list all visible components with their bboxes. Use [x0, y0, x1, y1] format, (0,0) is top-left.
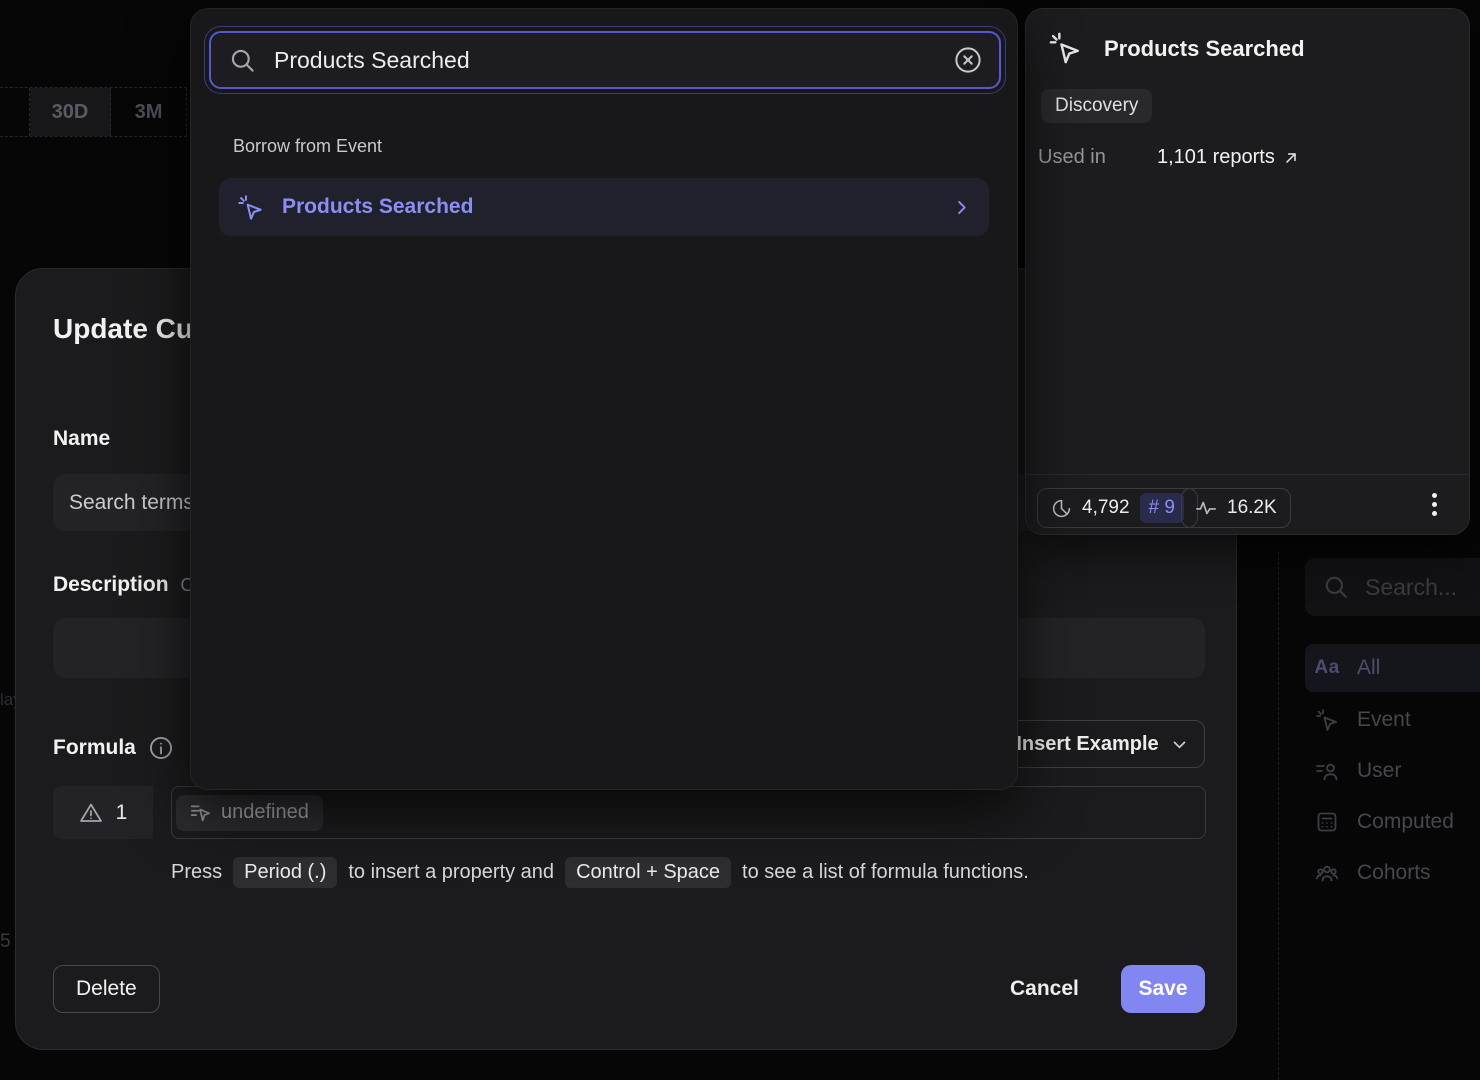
sidebar-search-input[interactable]: Search... [1305, 558, 1480, 616]
name-label: Name [53, 427, 110, 451]
event-title: Products Searched [1104, 36, 1305, 62]
kbd-period: Period (.) [233, 857, 337, 888]
formula-property-chip[interactable]: undefined [176, 795, 323, 831]
aa-text-icon: Aa [1314, 657, 1340, 679]
popover-search-field [209, 31, 1001, 89]
sidebar-item-user[interactable]: User [1305, 747, 1480, 795]
sidebar-item-label: Cohorts [1357, 861, 1431, 885]
borrow-from-event-label: Borrow from Event [233, 136, 382, 157]
used-in-reports-link[interactable]: 1,101 reports [1157, 146, 1299, 169]
chevron-right-icon [952, 198, 971, 217]
category-badge: Discovery [1041, 89, 1152, 123]
pie-chart-icon [1051, 498, 1072, 519]
formula-label-row: Formula [53, 735, 174, 761]
arrow-up-right-icon [1283, 150, 1299, 166]
used-in-label: Used in [1038, 146, 1106, 169]
kbd-control-space: Control + Space [565, 857, 731, 888]
info-circle-icon[interactable] [148, 735, 174, 761]
sidebar-search-placeholder: Search... [1365, 574, 1457, 601]
background-axis-fragment: 5 [0, 931, 11, 953]
event-result-label: Products Searched [282, 195, 934, 219]
cursor-spark-icon [1048, 31, 1082, 65]
sidebar-item-event[interactable]: Event [1305, 696, 1480, 744]
time-range-3m[interactable]: 3M [111, 88, 187, 136]
event-details-panel: Products Searched Discovery Used in 1,10… [1025, 8, 1470, 535]
popover-search-input[interactable] [272, 46, 937, 75]
search-icon [229, 47, 256, 74]
people-icon [1314, 861, 1340, 885]
event-search-popover: Borrow from Event Products Searched [190, 8, 1018, 790]
circle-x-icon [953, 45, 983, 75]
delete-button[interactable]: Delete [53, 965, 160, 1013]
sidebar-item-computed[interactable]: Computed [1305, 798, 1480, 846]
cursor-spark-icon [1314, 708, 1340, 732]
event-stats-footer: 4,792 # 9 16.2K [1026, 474, 1469, 536]
formula-hint: Press Period (.) to insert a property an… [171, 857, 1029, 888]
cursor-spark-icon [237, 194, 264, 221]
sidebar-item-label: User [1357, 759, 1401, 783]
time-range-7d[interactable]: D [0, 88, 30, 136]
lines-cursor-icon [190, 802, 211, 823]
background-panel-border [1278, 552, 1279, 1080]
clear-search-button[interactable] [953, 45, 983, 75]
app-stage: D 30D 3M lay 5 Search... Aa All Event Us… [0, 0, 1480, 1080]
formula-input[interactable]: undefined [171, 786, 1206, 839]
sidebar-item-label: Computed [1357, 810, 1454, 834]
cancel-button[interactable]: Cancel [1004, 965, 1085, 1013]
rank-chip: # 9 [1140, 493, 1184, 523]
sidebar-item-all[interactable]: Aa All [1305, 644, 1480, 692]
total-events-stat[interactable]: 16.2K [1181, 488, 1291, 528]
insert-example-button[interactable]: Insert Example [999, 720, 1205, 768]
sidebar-item-label: All [1357, 656, 1380, 680]
calculator-icon [1314, 810, 1340, 834]
sidebar-item-cohorts[interactable]: Cohorts [1305, 849, 1480, 897]
activity-icon [1195, 497, 1217, 519]
sidebar-item-label: Event [1357, 708, 1411, 732]
kebab-menu-icon[interactable] [1432, 493, 1437, 516]
time-range-selector: D 30D 3M [0, 87, 187, 137]
search-icon [1323, 574, 1349, 600]
event-result-products-searched[interactable]: Products Searched [219, 178, 989, 236]
user-lines-icon [1314, 759, 1340, 783]
error-count: 1 [116, 801, 128, 825]
formula-label: Formula [53, 736, 136, 760]
unique-users-stat[interactable]: 4,792 # 9 [1037, 488, 1198, 528]
formula-error-counter: 1 [53, 786, 153, 839]
time-range-30d[interactable]: 30D [30, 88, 111, 136]
save-button[interactable]: Save [1121, 965, 1205, 1013]
warning-triangle-icon [79, 801, 103, 825]
chevron-down-icon [1171, 736, 1188, 753]
